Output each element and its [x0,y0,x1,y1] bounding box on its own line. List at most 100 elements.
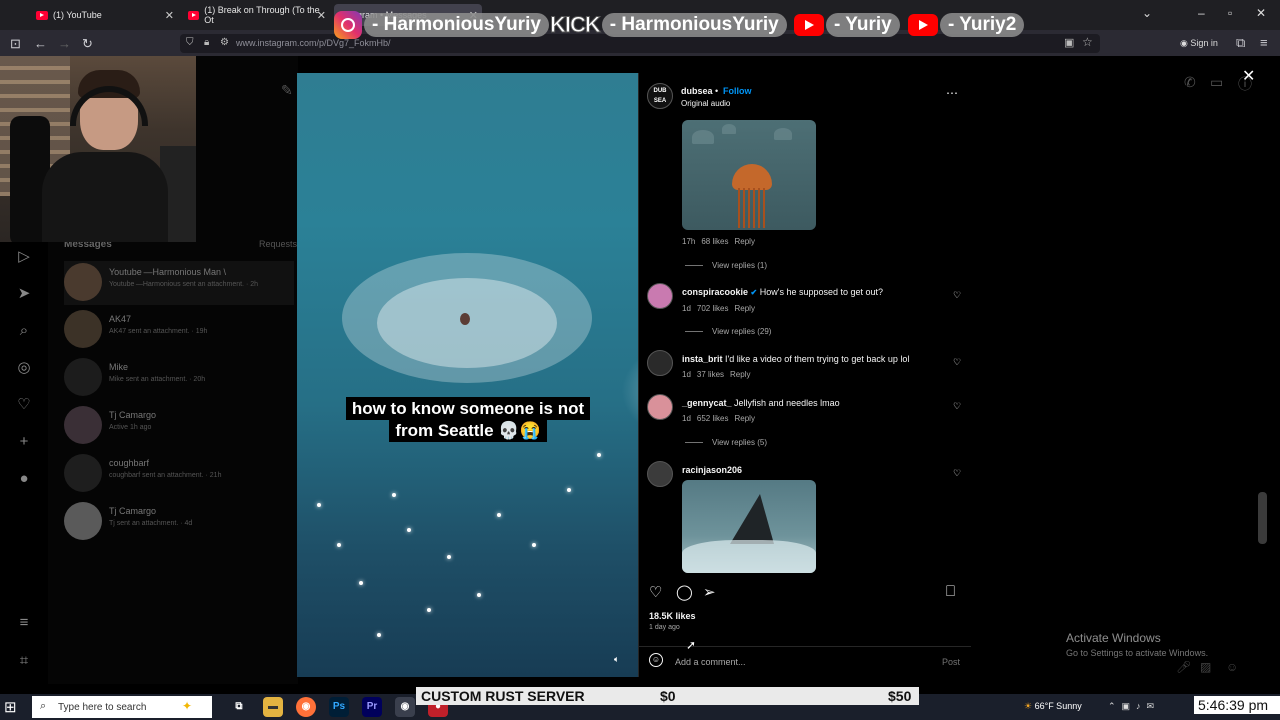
likes-count[interactable]: 18.5K likes [649,611,696,621]
file-explorer-icon[interactable]: ▬ [263,697,283,717]
view-replies-button[interactable]: View replies (5) [685,438,767,447]
reel-video[interactable] [297,73,638,677]
follow-button[interactable]: Follow [723,86,752,96]
extensions-icon[interactable]: ⧉ [1236,35,1245,51]
page-scrollbar[interactable] [1258,492,1267,544]
author-avatar[interactable]: DUB SEA [647,83,673,109]
profile-avatar-icon[interactable]: ● [15,470,33,488]
tab-break-on-through[interactable]: (1) Break on Through (To the Ot ✕ [182,4,330,26]
commenter-avatar[interactable] [647,350,673,376]
dm-audio-icon[interactable]: 🎤︎ [1176,660,1191,674]
jellyfish-tentacles [738,188,766,228]
like-comment-heart-icon[interactable]: ♡ [953,290,961,301]
requests-link[interactable]: Requests [259,239,297,249]
meta-apps-icon[interactable]: ⌗ [15,652,33,670]
back-icon[interactable]: ← [34,36,47,51]
taskbar-clock[interactable]: 5:46:39 pm [1194,696,1280,714]
direct-send-icon[interactable]: ➤ [15,285,33,303]
comment-bubble-icon[interactable]: ◯ [676,583,693,601]
shield-icon[interactable]: ⛉ [186,37,194,48]
search-icon[interactable]: ⌕ [15,322,33,340]
comment-image-shark-fin[interactable] [682,480,816,573]
reels-icon[interactable]: ▷ [15,248,33,266]
system-tray-icons[interactable]: ⌃▣♪✉ [1108,701,1160,712]
dm-image-icon[interactable]: ▨ [1200,660,1211,674]
author-username[interactable]: dubsea [681,86,713,96]
comment-likes[interactable]: 37 likes [697,370,724,379]
mute-icon[interactable]: 🔈︎ [614,654,628,666]
maximize-icon[interactable]: ▫ [1228,6,1232,20]
thread-row[interactable]: Tj Camargo Active 1h ago [64,404,294,448]
reader-icon[interactable]: ▣ [1064,36,1074,49]
new-message-icon[interactable]: ✎ [281,82,293,99]
call-icon[interactable]: ✆ [1184,74,1196,91]
thread-preview: AK47 sent an attachment. · 19h [109,328,208,335]
dm-sticker-icon[interactable]: ☺ [1226,660,1238,674]
thread-row[interactable]: Youtube —Harmonious Man \ Youtube —Harmo… [64,261,294,305]
tab-list-icon[interactable]: ⌄ [1142,6,1152,20]
windows-start-icon[interactable]: ⊞ [4,698,22,716]
notifications-heart-icon[interactable]: ♡ [15,396,33,414]
task-view-icon[interactable]: ⧉ [229,697,249,717]
weather-widget[interactable]: ☀ 66°F Sunny [1024,701,1082,712]
commenter-avatar[interactable] [647,283,673,309]
thread-row[interactable]: Tj Camargo Tj sent an attachment. · 4d [64,500,294,544]
thread-row[interactable]: AK47 AK47 sent an attachment. · 19h [64,308,294,352]
post-comment-button[interactable]: Post [942,657,960,667]
thread-row[interactable]: coughbarf coughbarf sent an attachment. … [64,452,294,496]
taskbar-search-input[interactable]: ⌕ Type here to search ✦ [32,696,212,718]
like-heart-icon[interactable]: ♡ [649,583,662,601]
close-tab-icon[interactable]: ✕ [317,9,326,22]
comment-username[interactable]: conspiracookie [682,287,748,297]
comment-username[interactable]: insta_brit [682,354,723,364]
more-menu-icon[interactable]: ≡ [15,614,33,632]
close-modal-icon[interactable]: ✕ [1242,66,1255,86]
reply-button[interactable]: Reply [734,304,754,313]
share-send-icon[interactable]: ➢ [703,583,716,601]
comment-username[interactable]: racinjason206 [682,465,742,475]
firefox-icon[interactable]: ◉ [296,697,316,717]
tab-youtube[interactable]: (1) YouTube ✕ [30,4,178,26]
overlay-instagram-handle: - HarmoniousYuriy [364,13,549,37]
more-options-icon[interactable]: ⋯ [946,86,958,100]
sidebar-icon[interactable]: ⊡ [10,36,21,52]
like-comment-heart-icon[interactable]: ♡ [953,401,961,412]
emoji-icon[interactable]: ☺ [649,653,663,667]
bookmark-star-icon[interactable]: ☆ [1082,35,1093,49]
reply-button[interactable]: Reply [734,414,754,423]
photoshop-icon[interactable]: Ps [329,697,349,717]
view-replies-button[interactable]: View replies (29) [685,327,771,336]
save-bookmark-icon[interactable]: ⎕ [946,583,955,600]
sign-in-button[interactable]: ◉ Sign in [1180,38,1218,49]
explore-icon[interactable]: ◎ [15,359,33,377]
comment-image-jellyfish[interactable] [682,120,816,230]
weather-text: 66°F Sunny [1034,701,1082,711]
close-window-icon[interactable]: ✕ [1256,6,1266,20]
comment-username[interactable]: _gennycat_ [682,398,732,408]
reply-button[interactable]: Reply [730,370,750,379]
add-comment-input[interactable]: Add a comment... [675,657,746,667]
comment-likes[interactable]: 652 likes [697,414,729,423]
create-icon[interactable]: + [15,433,33,451]
comment-likes[interactable]: 702 likes [697,304,729,313]
firefox-window-icon[interactable]: ◉ [395,697,415,717]
permissions-icon[interactable]: ⚙︎ [220,37,229,48]
close-tab-icon[interactable]: ✕ [165,9,174,22]
lock-icon[interactable]: 🔒︎ [204,37,209,48]
minimize-icon[interactable]: – [1198,6,1205,20]
like-comment-heart-icon[interactable]: ♡ [953,357,961,368]
comment-likes[interactable]: 68 likes [701,237,728,246]
thread-row[interactable]: Mike Mike sent an attachment. · 20h [64,356,294,400]
post-timestamp[interactable]: 1 day ago [649,624,680,631]
like-comment-heart-icon[interactable]: ♡ [953,468,961,479]
audio-label[interactable]: Original audio [681,99,730,108]
commenter-avatar[interactable] [647,394,673,420]
forward-icon[interactable]: → [58,36,71,51]
video-call-icon[interactable]: ▭ [1210,74,1223,91]
menu-icon[interactable]: ≡ [1260,35,1268,50]
view-replies-button[interactable]: View replies (1) [685,261,767,270]
reply-button[interactable]: Reply [734,237,754,246]
premiere-icon[interactable]: Pr [362,697,382,717]
reload-icon[interactable]: ↻ [82,36,93,52]
commenter-avatar[interactable] [647,461,673,487]
